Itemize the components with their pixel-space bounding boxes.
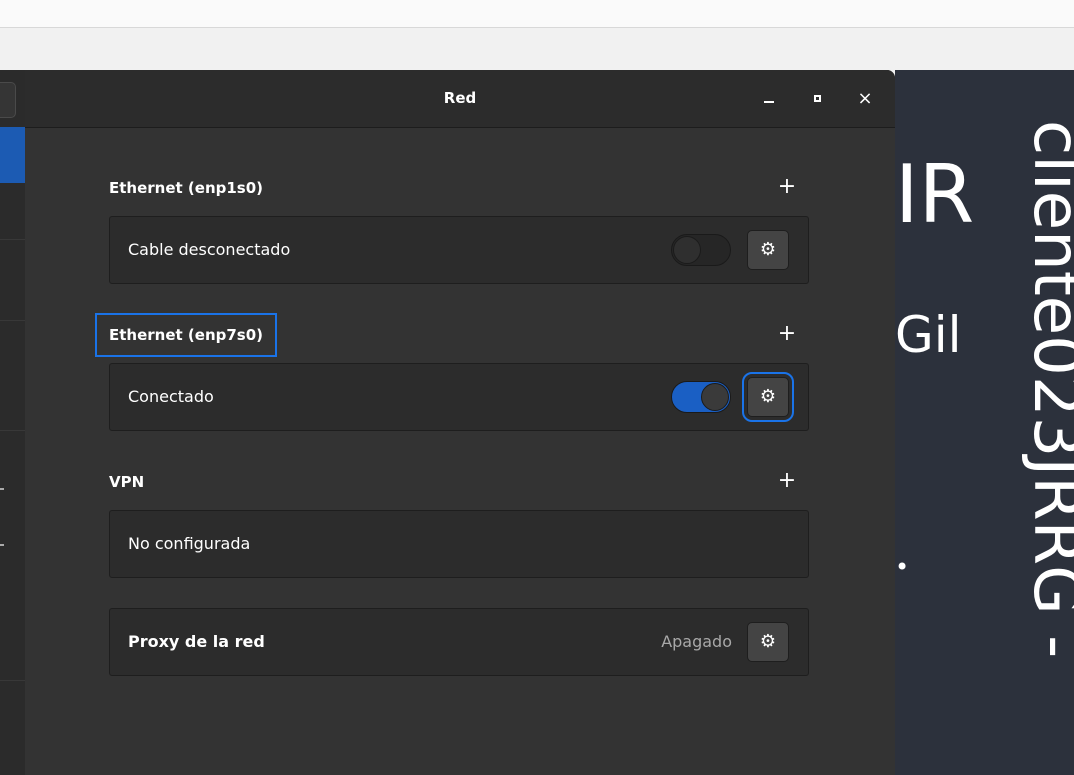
sidebar-divider — [0, 430, 25, 431]
switch-knob — [673, 236, 701, 264]
headerbar: Red × — [25, 70, 895, 128]
ethernet-enp1s0-status: Cable desconectado — [128, 240, 291, 259]
sidebar-item-network[interactable] — [0, 127, 25, 183]
ethernet-enp7s0-row: Conectado ⚙ — [109, 363, 809, 431]
vpn-heading: VPN — [109, 473, 145, 491]
sidebar-divider — [0, 239, 25, 240]
switch-knob — [701, 383, 729, 411]
window-close-button[interactable]: × — [851, 84, 879, 112]
toolbar-strip — [0, 28, 1074, 70]
settings-sidebar — [0, 70, 26, 775]
proxy-settings-button[interactable]: ⚙ — [747, 622, 789, 662]
gear-icon: ⚙ — [759, 239, 777, 260]
ethernet-enp7s0-heading: Ethernet (enp7s0) — [94, 313, 278, 357]
add-ethernet-enp1s0-button[interactable]: + — [775, 176, 799, 200]
sidebar-search-button[interactable] — [0, 82, 16, 118]
slide-bullet: • — [895, 553, 910, 581]
ethernet-enp1s0-switch[interactable] — [671, 234, 731, 266]
add-vpn-button[interactable]: + — [775, 470, 799, 494]
window-maximize-icon — [813, 94, 821, 102]
gear-icon: ⚙ — [759, 631, 777, 652]
plus-icon: + — [777, 174, 797, 199]
sidebar-item-marker[interactable] — [0, 544, 4, 546]
proxy-row[interactable]: Proxy de la red Apagado ⚙ — [109, 608, 809, 676]
network-settings-window: Red × Ethernet (enp1s0) + Cable desconec… — [25, 70, 895, 775]
slide-vertical-text: cliente023JRRG - — [1019, 120, 1074, 658]
slide-text-name: Gil — [895, 306, 962, 364]
plus-icon: + — [777, 468, 797, 493]
proxy-label: Proxy de la red — [128, 632, 265, 651]
ethernet-enp7s0-settings-button[interactable]: ⚙ — [742, 372, 794, 422]
add-ethernet-enp7s0-button[interactable]: + — [775, 323, 799, 347]
vpn-row: No configurada — [109, 510, 809, 578]
window-minimize-icon — [764, 101, 774, 103]
window-minimize-button[interactable] — [755, 84, 783, 112]
top-bar — [0, 0, 1074, 28]
ethernet-enp1s0-heading: Ethernet (enp1s0) — [109, 179, 264, 197]
vpn-status: No configurada — [128, 534, 251, 553]
ethernet-enp1s0-row: Cable desconectado ⚙ — [109, 216, 809, 284]
proxy-state: Apagado — [661, 632, 732, 651]
sidebar-divider — [0, 320, 25, 321]
window-close-icon: × — [857, 87, 873, 109]
sidebar-item-marker[interactable] — [0, 488, 4, 490]
gear-icon: ⚙ — [759, 386, 777, 407]
ethernet-enp7s0-switch[interactable] — [671, 381, 731, 413]
ethernet-enp7s0-status: Conectado — [128, 387, 214, 406]
ethernet-enp1s0-settings-button[interactable]: ⚙ — [747, 230, 789, 270]
window-maximize-button[interactable] — [803, 84, 831, 112]
plus-icon: + — [777, 321, 797, 346]
sidebar-divider — [0, 680, 25, 681]
slide-text-large: IR — [895, 148, 975, 241]
